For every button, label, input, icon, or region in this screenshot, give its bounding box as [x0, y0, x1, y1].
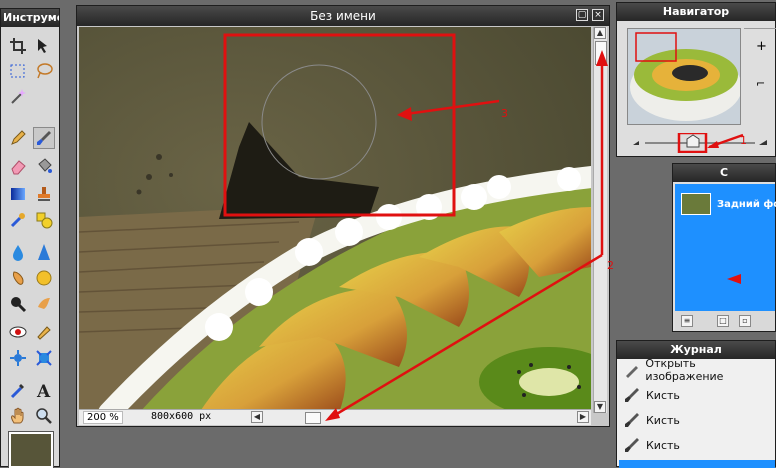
- hand-tool-icon[interactable]: [7, 405, 29, 427]
- text-tool-icon[interactable]: A: [33, 379, 55, 401]
- navigator-thumbnail[interactable]: [627, 28, 741, 125]
- layer-row[interactable]: Задний фо: [681, 190, 776, 218]
- navigator-title: Навигатор: [617, 3, 775, 21]
- brush-tool-icon[interactable]: [33, 127, 55, 149]
- shape-tool-icon[interactable]: [33, 209, 55, 231]
- crosshair-icon: +: [756, 39, 767, 54]
- status-scroll-bar: 200 % 800x600 px ◀ ▶: [79, 409, 591, 425]
- image-dimensions: 800x600 px: [151, 411, 212, 422]
- journal-item-label: Открыть изображение: [645, 357, 724, 383]
- brush-icon: [625, 413, 639, 427]
- gradient-tool-icon[interactable]: [7, 183, 29, 205]
- sharpen-tool-icon[interactable]: [33, 241, 55, 263]
- close-icon[interactable]: ×: [592, 9, 604, 21]
- annotation-3: 3: [501, 107, 508, 120]
- svg-text:A: A: [36, 382, 51, 399]
- image-window-title: Без имени: [77, 6, 609, 26]
- annotation-pointer: [727, 274, 741, 284]
- burn-tool-icon[interactable]: [33, 293, 55, 315]
- zoom-glass-tool-icon[interactable]: [33, 405, 55, 427]
- layer-name: Задний фо: [717, 198, 776, 210]
- zoom-slider[interactable]: [627, 131, 772, 154]
- scroll-right-icon[interactable]: ▶: [577, 411, 589, 423]
- zoom-level[interactable]: 200 %: [83, 411, 123, 424]
- brush-icon: [625, 438, 639, 452]
- red-eye-tool-icon[interactable]: [7, 321, 29, 343]
- journal-panel: Журнал Открыть изображение Кисть Кисть К…: [616, 340, 776, 468]
- annotation-2: 2: [607, 259, 614, 272]
- new-layer-icon[interactable]: ▫: [739, 315, 751, 327]
- primary-color-swatch[interactable]: [8, 431, 54, 468]
- layer-thumbnail: [681, 193, 711, 215]
- layers-title: С: [673, 164, 775, 182]
- lasso-tool-icon[interactable]: [33, 60, 55, 82]
- pinch-tool-icon[interactable]: [7, 347, 29, 369]
- brush-icon: [625, 388, 639, 402]
- marquee-tool-icon[interactable]: [7, 60, 29, 82]
- scroll-down-icon[interactable]: ▼: [594, 401, 606, 413]
- navigator-panel: Навигатор + ⌐ 1: [616, 2, 776, 157]
- navigator-side: + ⌐: [744, 28, 776, 124]
- annotation-1: 1: [740, 134, 747, 147]
- bloat-tool-icon[interactable]: [33, 347, 55, 369]
- journal-item[interactable]: Кисть: [623, 383, 773, 407]
- image-window: Без имени ▢ × 3 ▲ ▼ 200 % 800x600 px ◀ ▶: [76, 5, 610, 427]
- scroll-up-icon[interactable]: ▲: [594, 27, 606, 39]
- zoom-tool-icon[interactable]: [7, 293, 29, 315]
- layers-list: Задний фо: [675, 184, 776, 311]
- scroll-left-icon[interactable]: ◀: [251, 411, 263, 423]
- bucket-tool-icon[interactable]: [33, 155, 55, 177]
- layers-footer: ≡ □ ▫: [675, 311, 775, 331]
- color-picker-tool-icon[interactable]: [7, 379, 29, 401]
- frame-icon: ⌐: [756, 77, 766, 90]
- color-replace-tool-icon[interactable]: [7, 209, 29, 231]
- tools-panel-title: Инструмент: [1, 9, 59, 27]
- eraser-tool-icon[interactable]: [7, 155, 29, 177]
- layer-settings-icon[interactable]: ≡: [681, 315, 693, 327]
- image-canvas[interactable]: [79, 27, 591, 413]
- sponge-tool-icon[interactable]: [33, 267, 55, 289]
- magic-wand-tool-icon[interactable]: [7, 85, 29, 107]
- open-image-icon: [626, 366, 638, 378]
- journal-item-label: Кисть: [646, 388, 680, 402]
- crop-tool-icon[interactable]: [7, 35, 29, 57]
- journal-item-label: Кисть: [646, 413, 680, 427]
- smudge-tool-icon[interactable]: [7, 267, 29, 289]
- journal-item[interactable]: Кисть: [623, 433, 773, 457]
- blur-tool-icon[interactable]: [7, 241, 29, 263]
- journal-item[interactable]: Открыть изображение: [623, 357, 773, 383]
- journal-item-label: Кисть: [646, 438, 680, 452]
- vertical-scrollbar[interactable]: ▲ ▼: [593, 27, 607, 413]
- stamp-tool-icon[interactable]: [33, 183, 55, 205]
- horizontal-scroll-thumb[interactable]: [305, 412, 321, 424]
- dodge-tool-icon[interactable]: [33, 321, 55, 343]
- move-tool-icon[interactable]: [33, 35, 55, 57]
- layer-mask-icon[interactable]: □: [717, 315, 729, 327]
- pencil-tool-icon[interactable]: [7, 127, 29, 149]
- layers-panel: С Задний фо ≡ □ ▫: [672, 163, 776, 332]
- maximize-icon[interactable]: ▢: [576, 9, 588, 21]
- tools-panel: Инструмент: [0, 8, 60, 468]
- journal-item[interactable]: Кисть: [623, 408, 773, 432]
- vertical-scroll-thumb[interactable]: [595, 41, 607, 65]
